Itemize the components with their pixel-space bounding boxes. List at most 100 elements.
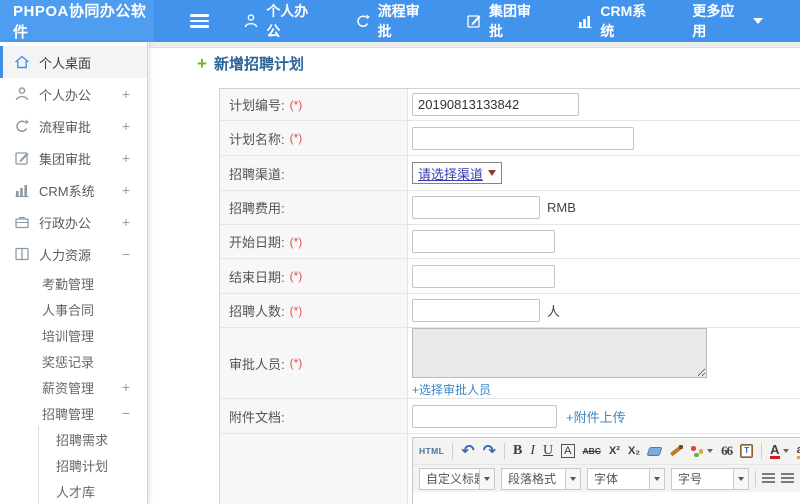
- form-row-cost: 招聘费用: RMB: [220, 191, 800, 225]
- expand-toggle[interactable]: +: [122, 118, 130, 134]
- redo-icon[interactable]: ↷: [483, 441, 496, 461]
- sidebar-item-label: 个人桌面: [39, 55, 92, 71]
- sidebar-item-attendance-management[interactable]: 考勤管理: [0, 270, 147, 296]
- separator: [755, 470, 756, 487]
- editor-toolbar-row1: HTML ↶ ↷ B I U A ABC X² X₂ 66 T A a: [413, 438, 800, 464]
- italic-icon[interactable]: I: [530, 443, 535, 459]
- font-family-select[interactable]: 字体: [587, 467, 665, 490]
- headcount-input[interactable]: [412, 299, 540, 322]
- briefcase-icon: [14, 214, 30, 230]
- eraser-icon[interactable]: [646, 446, 663, 456]
- bold-icon[interactable]: B: [513, 443, 522, 459]
- workflow-icon: [355, 13, 371, 29]
- collapse-toggle[interactable]: −: [122, 246, 130, 262]
- expand-toggle[interactable]: +: [122, 379, 130, 395]
- sidebar-item-reward-records[interactable]: 奖惩记录: [0, 348, 147, 374]
- separator: [452, 443, 454, 459]
- sidebar-item-admin-office[interactable]: 行政办公 +: [0, 206, 147, 238]
- editor-toolbar-row2: 自定义标题 段落格式 字体 字号: [413, 464, 800, 492]
- align-center-icon[interactable]: [781, 473, 794, 484]
- main-content: + 新增招聘计划 计划编号: (*) 计划名称: (*) 招聘渠道:: [149, 42, 800, 504]
- strikethrough-icon[interactable]: ABC: [583, 446, 601, 456]
- sidebar-item-recruitment-management[interactable]: 招聘管理 −: [0, 400, 147, 426]
- required-mark: (*): [289, 356, 303, 370]
- font-size-select[interactable]: 字号: [671, 467, 749, 490]
- align-left-icon[interactable]: [762, 473, 775, 484]
- person-icon: [243, 13, 259, 29]
- border-text-icon[interactable]: A: [561, 444, 575, 458]
- sidebar-item-recruitment-demand[interactable]: 招聘需求: [39, 426, 147, 452]
- field-label: 招聘人数: (*): [220, 294, 408, 327]
- html-source-button[interactable]: HTML: [419, 446, 444, 456]
- undo-icon[interactable]: ↶: [461, 441, 474, 461]
- field-label: 结束日期: (*): [220, 259, 408, 293]
- sidebar-item-salary-management[interactable]: 薪资管理 +: [0, 374, 147, 400]
- expand-toggle[interactable]: +: [122, 86, 130, 102]
- nav-more-apps[interactable]: 更多应用: [692, 1, 763, 41]
- nav-crm-system[interactable]: CRM系统: [577, 1, 655, 41]
- sidebar-item-workflow-approval[interactable]: 流程审批 +: [0, 110, 147, 142]
- sidebar-item-label: 流程审批: [39, 119, 92, 135]
- start-date-input[interactable]: [412, 230, 555, 253]
- collapse-toggle[interactable]: −: [122, 405, 130, 421]
- nav-personal-office[interactable]: 个人办公: [243, 1, 317, 41]
- sidebar-item-personal-desktop[interactable]: 个人桌面: [0, 46, 147, 78]
- field-label: 附件文档:: [220, 399, 408, 433]
- form-row-channel: 招聘渠道: 请选择渠道: [220, 156, 800, 191]
- plan-number-input[interactable]: [412, 93, 579, 116]
- sidebar-item-label: 培训管理: [42, 328, 95, 344]
- expand-toggle[interactable]: +: [122, 214, 130, 230]
- sidebar-item-group-approval[interactable]: 集团审批 +: [0, 142, 147, 174]
- sidebar-item-label: 集团审批: [39, 151, 92, 167]
- sidebar-item-label: 招聘计划: [56, 458, 109, 474]
- expand-toggle[interactable]: +: [122, 182, 130, 198]
- select-approvers-link[interactable]: +选择审批人员: [412, 381, 491, 398]
- sidebar: 个人桌面 个人办公 + 流程审批 + 集团审批 + CRM系统 + 行政办公 +…: [0, 42, 148, 504]
- menu-icon[interactable]: [190, 14, 210, 28]
- expand-toggle[interactable]: +: [122, 150, 130, 166]
- sidebar-item-crm-system[interactable]: CRM系统 +: [0, 174, 147, 206]
- unit-suffix: 人: [547, 304, 561, 319]
- custom-heading-select[interactable]: 自定义标题: [419, 467, 495, 490]
- end-date-input[interactable]: [412, 264, 555, 288]
- highlight-color-icon[interactable]: ab: [796, 444, 800, 459]
- sidebar-item-recruitment-plan[interactable]: 招聘计划: [39, 452, 147, 478]
- cost-input[interactable]: [412, 196, 540, 219]
- field-label: 计划编号: (*): [220, 89, 408, 120]
- form-row-plan-name: 计划名称: (*): [220, 121, 800, 156]
- nav-workflow-approval[interactable]: 流程审批: [355, 1, 429, 41]
- sidebar-item-label: 奖惩记录: [42, 354, 95, 370]
- app-logo: PHPOA协同办公软件: [0, 0, 155, 42]
- attachment-input[interactable]: [412, 404, 557, 428]
- caret-down-icon: [565, 468, 580, 489]
- approvers-textarea[interactable]: [412, 328, 707, 378]
- sidebar-item-personal-office[interactable]: 个人办公 +: [0, 78, 147, 110]
- paragraph-format-select[interactable]: 段落格式: [501, 467, 581, 490]
- nav-label: 流程审批: [377, 3, 420, 39]
- recruitment-submenu: 招聘需求 招聘计划 人才库: [38, 426, 147, 504]
- format-brush-icon[interactable]: [669, 444, 684, 458]
- sidebar-item-hr-contracts[interactable]: 人事合同: [0, 296, 147, 322]
- sidebar-item-label: 人力资源: [39, 247, 92, 263]
- form-row-plan-number: 计划编号: (*): [220, 89, 800, 121]
- nav-group-approval[interactable]: 集团审批: [466, 1, 540, 41]
- underline-icon[interactable]: U: [543, 443, 553, 459]
- home-icon: [14, 54, 30, 70]
- sidebar-item-human-resources[interactable]: 人力资源 −: [0, 238, 147, 270]
- blockquote-icon[interactable]: 66: [721, 443, 733, 459]
- sidebar-item-training-management[interactable]: 培训管理: [0, 322, 147, 348]
- channel-select[interactable]: 请选择渠道: [412, 162, 503, 184]
- upload-attachment-link[interactable]: +附件上传: [566, 407, 626, 426]
- plan-name-input[interactable]: [412, 126, 634, 150]
- sidebar-item-label: 招聘管理: [42, 406, 95, 422]
- add-icon: +: [197, 54, 207, 73]
- font-color-icon[interactable]: A: [770, 443, 789, 459]
- superscript-icon[interactable]: X²: [609, 445, 620, 457]
- sidebar-item-talent-pool[interactable]: 人才库: [39, 478, 147, 504]
- paste-icon[interactable]: T: [740, 444, 754, 458]
- form-row-start-date: 开始日期: (*): [220, 225, 800, 259]
- emoticon-color-icon[interactable]: [691, 445, 714, 457]
- editor-content-area[interactable]: [413, 492, 800, 504]
- subscript-icon[interactable]: X₂: [628, 445, 640, 457]
- top-header: PHPOA协同办公软件 个人办公 流程审批 集团审批 CRM系统 更多应用: [0, 0, 800, 42]
